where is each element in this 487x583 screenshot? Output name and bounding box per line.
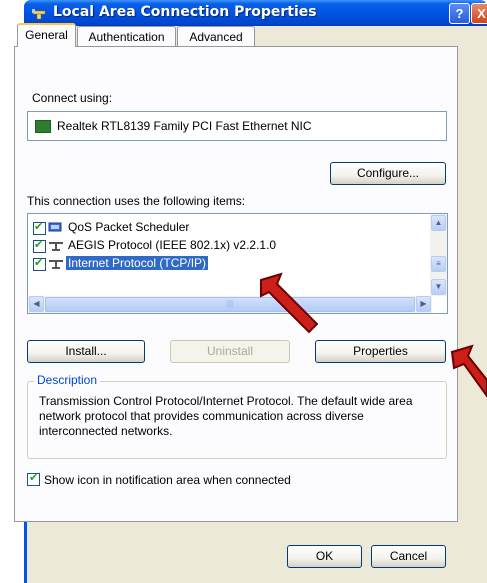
description-text: Transmission Control Protocol/Internet P… [39,394,413,438]
description-legend: Description [34,373,101,387]
connect-using-label: Connect using: [32,91,113,105]
list-item-tcpip[interactable]: Internet Protocol (TCP/IP) [31,255,431,272]
show-icon-checkbox[interactable] [27,471,40,486]
list-item-label: QoS Packet Scheduler [68,220,190,234]
configure-button[interactable]: Configure... [330,162,446,185]
qos-checkbox[interactable] [33,220,46,235]
list-item-label: Internet Protocol (TCP/IP) [66,256,209,270]
list-item-label: AEGIS Protocol (IEEE 802.1x) v2.2.1.0 [68,238,277,252]
tab-general[interactable]: General [17,23,76,47]
help-button[interactable]: ? [449,3,470,24]
show-icon-label: Show icon in notification area when conn… [44,473,291,487]
scroll-up-icon[interactable]: ▲ [431,215,446,231]
components-list[interactable]: QoS Packet Scheduler AEGIS Protocol (IEE… [27,213,448,314]
scroll-down-icon[interactable]: ▼ [431,279,446,295]
title-bar[interactable]: Local Area Connection Properties ? X [24,0,487,26]
adapter-name: Realtek RTL8139 Family PCI Fast Ethernet… [57,119,312,133]
install-button[interactable]: Install... [27,340,145,363]
network-connection-icon [32,9,46,20]
protocol-icon [49,242,63,251]
items-label: This connection uses the following items… [27,194,246,208]
uninstall-button[interactable]: Uninstall [170,340,290,363]
cancel-button[interactable]: Cancel [371,545,446,568]
close-button[interactable]: X [471,3,487,24]
tcpip-checkbox[interactable] [33,256,46,271]
properties-button[interactable]: Properties [315,340,446,363]
scroll-thumb-icon[interactable]: ≡ [431,256,446,272]
tab-authentication[interactable]: Authentication [77,26,176,46]
annotation-arrow-icon [450,344,487,398]
ok-button[interactable]: OK [287,545,362,568]
list-item-qos[interactable]: QoS Packet Scheduler [31,219,431,236]
aegis-checkbox[interactable] [33,238,46,253]
horizontal-scroll-thumb[interactable]: ||| [45,297,415,312]
window-title: Local Area Connection Properties [53,4,317,20]
network-adapter-icon [35,120,51,133]
horizontal-scrollbar[interactable]: ◀ ||| ▶ [28,296,432,313]
annotation-arrow-icon [260,272,319,334]
scheduler-icon [48,222,62,232]
tab-advanced[interactable]: Advanced [177,26,255,46]
scroll-left-icon[interactable]: ◀ [29,296,44,312]
scroll-right-icon[interactable]: ▶ [416,296,431,312]
protocol-icon [49,260,63,269]
vertical-scrollbar[interactable]: ▲ ≡ ▼ [430,214,447,296]
list-item-aegis[interactable]: AEGIS Protocol (IEEE 802.1x) v2.2.1.0 [31,237,431,254]
